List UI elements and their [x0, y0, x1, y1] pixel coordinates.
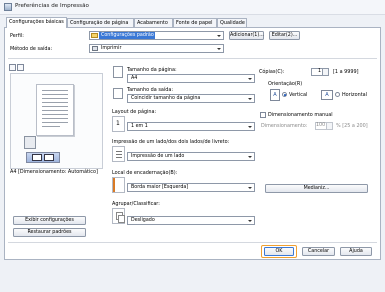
copies-label: Cópias(C):: [259, 69, 285, 75]
page-size-icon: [113, 66, 123, 78]
preview-settings-icon[interactable]: [17, 64, 24, 71]
output-tray-icon: [26, 152, 60, 163]
help-button[interactable]: Ajuda: [340, 247, 372, 256]
gutter-button[interactable]: Medianiz...: [265, 184, 368, 193]
portrait-radio[interactable]: [282, 92, 287, 97]
copies-value: 1: [317, 69, 321, 74]
chevron-down-icon: [248, 156, 252, 158]
duplex-select[interactable]: Impressão de um lado: [127, 152, 255, 161]
preview-view-icon[interactable]: [9, 64, 16, 71]
window-title: Preferências de Impressão: [15, 3, 89, 9]
collate-select[interactable]: Desligado: [127, 216, 255, 225]
copies-spinner[interactable]: 1: [311, 68, 329, 76]
duplex-label: Impressão de um lado/dos dois lados/de l…: [112, 139, 230, 145]
page-size-select[interactable]: A4: [127, 74, 255, 83]
collate-label: Agrupar/Classificar:: [112, 201, 160, 207]
page-size-label: Tamanho da página:: [127, 67, 177, 73]
profile-value: Configurações padrão: [101, 33, 154, 38]
preview-caption: A4 [Dimensionamento: Automático]: [10, 169, 98, 175]
output-size-value: Coincidir tamanho da página: [131, 96, 201, 101]
layout-1up-icon: 1: [112, 116, 125, 132]
profile-label: Perfil:: [10, 33, 24, 39]
page-layout-value: 1 em 1: [131, 124, 148, 129]
chevron-down-icon: [248, 187, 252, 189]
one-sided-icon: [112, 146, 125, 162]
page-layout-label: Layout de página:: [112, 109, 157, 115]
scaling-spinner[interactable]: 100: [315, 122, 333, 130]
tab-page-setup[interactable]: Configuração de página: [67, 18, 134, 27]
paper-stack-icon: [24, 136, 36, 149]
cancel-button[interactable]: Cancelar: [302, 247, 335, 256]
scaling-range: % [25 a 200]: [336, 123, 368, 129]
chevron-down-icon: [217, 48, 221, 50]
page-size-value: A4: [131, 76, 138, 81]
output-method-select[interactable]: Imprimir: [89, 44, 224, 53]
output-size-label: Tamanho da saída:: [127, 87, 173, 93]
manual-scaling-label: Dimensionamento manual: [268, 112, 333, 118]
manual-scaling-checkbox[interactable]: [260, 112, 266, 118]
spin-arrows-icon[interactable]: [322, 69, 328, 75]
tab-paper-source[interactable]: Fonte de papel: [173, 18, 217, 27]
duplex-value: Impressão de um lado: [131, 154, 185, 159]
orientation-label: Orientação(R): [268, 81, 303, 87]
profile-icon: [91, 33, 98, 38]
chevron-down-icon: [248, 98, 252, 100]
page-preview: [36, 84, 74, 136]
portrait-label: Vertical: [289, 92, 308, 98]
chevron-down-icon: [217, 35, 221, 37]
chevron-down-icon: [248, 220, 252, 222]
output-size-icon: [113, 88, 123, 99]
binding-left-icon: [112, 177, 125, 193]
restore-defaults-button[interactable]: Restaurar padrões: [13, 228, 86, 237]
title-bar: Preferências de Impressão: [0, 0, 385, 15]
copies-range: [1 a 9999]: [333, 69, 359, 75]
landscape-icon: A: [321, 90, 333, 100]
preview-area: [10, 73, 103, 169]
tab-quality[interactable]: Qualidade: [217, 18, 247, 27]
profile-select[interactable]: Configurações padrão: [89, 31, 224, 40]
tab-finishing[interactable]: Acabamento: [134, 18, 173, 27]
landscape-radio[interactable]: [335, 92, 340, 97]
printer-icon: [4, 3, 12, 11]
binding-select[interactable]: Borda maior [Esquerda]: [127, 183, 255, 192]
page-layout-select[interactable]: 1 em 1: [127, 122, 255, 131]
view-settings-button[interactable]: Exibir configurações: [13, 216, 86, 225]
basic-settings-panel: Perfil: Configurações padrão Adicionar(1…: [4, 27, 381, 260]
ok-button[interactable]: OK: [264, 247, 294, 256]
portrait-icon: A: [270, 89, 280, 101]
printer-icon: [92, 46, 98, 51]
add-profile-button[interactable]: Adicionar(1)...: [229, 31, 264, 40]
output-size-select[interactable]: Coincidir tamanho da página: [127, 94, 255, 103]
chevron-down-icon: [248, 78, 252, 80]
divider: [8, 242, 377, 243]
spin-arrows-icon[interactable]: [326, 123, 332, 129]
collate-off-icon: [112, 208, 125, 224]
scaling-label: Dimensionamento:: [261, 123, 308, 129]
divider: [8, 58, 377, 59]
print-preferences-window: Preferências de Impressão Configurações …: [0, 0, 385, 292]
output-method-label: Método de saída:: [10, 46, 53, 52]
output-method-value: Imprimir: [101, 46, 122, 51]
scaling-value: 100: [316, 123, 326, 128]
landscape-label: Horizontal: [342, 92, 367, 98]
binding-value: Borda maior [Esquerda]: [131, 185, 189, 190]
binding-label: Local de encadernação(B):: [112, 170, 178, 176]
tab-basic-settings[interactable]: Configurações básicas: [6, 17, 67, 28]
collate-value: Desligado: [131, 218, 155, 223]
chevron-down-icon: [248, 126, 252, 128]
edit-profile-button[interactable]: Editar(2)...: [269, 31, 300, 40]
